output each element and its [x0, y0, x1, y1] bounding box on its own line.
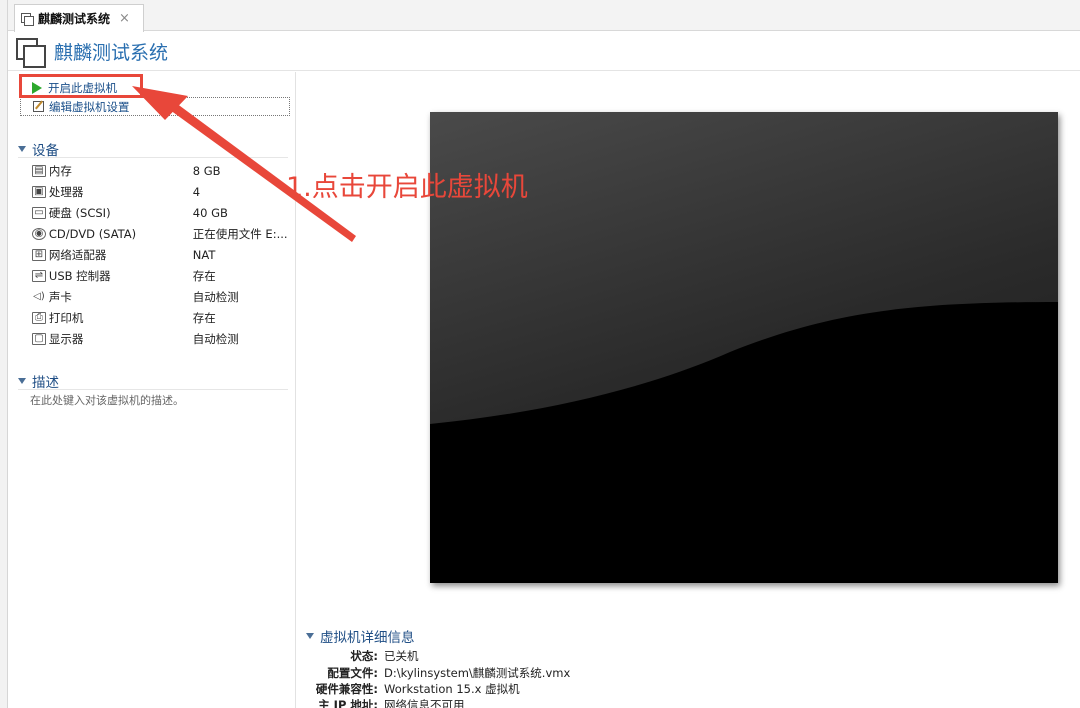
- device-name: 网络适配器: [48, 247, 107, 262]
- device-value: 40 GB: [192, 205, 228, 220]
- device-name: 内存: [48, 163, 72, 178]
- device-row-cd-dvd[interactable]: ◉ CD/DVD (SATA) 正在使用文件 E:...: [32, 223, 292, 244]
- hard-disk-icon: ▭: [32, 206, 46, 219]
- device-row-usb-controller[interactable]: ⇌ USB 控制器 存在: [32, 265, 292, 286]
- detail-key: 硬件兼容性:: [315, 681, 378, 696]
- device-name: 硬盘 (SCSI): [48, 205, 111, 220]
- tab-kylin-test-system[interactable]: 麒麟测试系统 ×: [14, 4, 144, 32]
- display-icon: ▢: [32, 332, 46, 345]
- device-row-processor[interactable]: ▣ 处理器 4: [32, 181, 292, 202]
- vm-details-section-header[interactable]: 虚拟机详细信息: [306, 627, 415, 646]
- close-icon[interactable]: ×: [119, 11, 130, 26]
- device-name: 声卡: [48, 289, 72, 304]
- description-title: 描述: [32, 374, 59, 391]
- detail-row-status: 状态: 已关机: [306, 647, 906, 664]
- devices-section-header[interactable]: 设备: [18, 140, 288, 159]
- device-value: NAT: [192, 247, 216, 262]
- sound-card-icon: ◁): [33, 291, 45, 302]
- edit-settings-label: 编辑虚拟机设置: [49, 99, 130, 114]
- cd-dvd-icon: ◉: [32, 227, 46, 240]
- left-edge-strip: [0, 0, 8, 708]
- device-value: 正在使用文件 E:...: [192, 226, 288, 241]
- description-section-header[interactable]: 描述: [18, 372, 288, 391]
- device-row-network-adapter[interactable]: ⊞ 网络适配器 NAT: [32, 244, 292, 265]
- page-title: 麒麟测试系统: [54, 42, 169, 64]
- device-row-hard-disk[interactable]: ▭ 硬盘 (SCSI) 40 GB: [32, 202, 292, 223]
- vm-icon: [21, 12, 34, 26]
- detail-row-hardware-compat: 硬件兼容性: Workstation 15.x 虚拟机: [306, 680, 906, 697]
- device-value: 存在: [192, 310, 216, 325]
- device-value: 自动检测: [192, 331, 239, 346]
- detail-value: Workstation 15.x 虚拟机: [384, 681, 520, 696]
- device-value: 自动检测: [192, 289, 239, 304]
- collapse-triangle-icon: [18, 145, 26, 152]
- detail-value: 网络信息不可用: [384, 697, 465, 708]
- device-row-display[interactable]: ▢ 显示器 自动检测: [32, 328, 292, 349]
- detail-value: D:\kylinsystem\麒麟测试系统.vmx: [384, 665, 571, 680]
- device-row-memory[interactable]: ▤ 内存 8 GB: [32, 160, 292, 181]
- usb-icon: ⇌: [32, 269, 46, 282]
- vm-large-icon: [16, 38, 46, 68]
- vm-header: 麒麟测试系统: [8, 31, 1080, 71]
- device-name: 打印机: [48, 310, 84, 325]
- processor-icon: ▣: [32, 185, 46, 198]
- device-name: USB 控制器: [48, 268, 111, 283]
- edit-icon: [33, 101, 44, 112]
- tab-label: 麒麟测试系统: [38, 12, 111, 26]
- detail-key: 状态:: [350, 648, 378, 663]
- network-adapter-icon: ⊞: [32, 248, 46, 261]
- device-value: 4: [192, 184, 201, 199]
- device-name: CD/DVD (SATA): [48, 226, 137, 241]
- collapse-triangle-icon: [306, 633, 314, 639]
- edit-settings-button[interactable]: 编辑虚拟机设置: [20, 97, 290, 116]
- device-value: 8 GB: [192, 163, 221, 178]
- printer-icon: ⎙: [32, 311, 46, 324]
- collapse-triangle-icon: [18, 377, 26, 384]
- devices-title: 设备: [32, 142, 59, 159]
- detail-key: 主 IP 地址:: [318, 697, 378, 708]
- detail-row-config-file: 配置文件: D:\kylinsystem\麒麟测试系统.vmx: [306, 664, 906, 681]
- detail-key: 配置文件:: [327, 665, 378, 680]
- description-placeholder[interactable]: 在此处键入对该虚拟机的描述。: [30, 392, 184, 408]
- device-value: 存在: [192, 268, 216, 283]
- device-name: 处理器: [48, 184, 84, 199]
- vm-summary-panel: 开启此虚拟机 编辑虚拟机设置 设备 ▤ 内存 8 GB ▣ 处理器 4 ▭ 硬盘…: [8, 72, 296, 708]
- device-name: 显示器: [48, 331, 84, 346]
- detail-value: 已关机: [384, 648, 419, 663]
- vm-details-title: 虚拟机详细信息: [320, 630, 415, 646]
- memory-icon: ▤: [32, 164, 46, 177]
- tab-bar: 麒麟测试系统 ×: [8, 0, 1080, 32]
- device-row-printer[interactable]: ⎙ 打印机 存在: [32, 307, 292, 328]
- device-row-sound-card[interactable]: ◁) 声卡 自动检测: [32, 286, 292, 307]
- annotation-instruction: 1.点击开启此虚拟机: [286, 172, 528, 203]
- annotation-highlight-box: [19, 74, 143, 98]
- detail-row-ip-address: 主 IP 地址: 网络信息不可用: [306, 696, 906, 708]
